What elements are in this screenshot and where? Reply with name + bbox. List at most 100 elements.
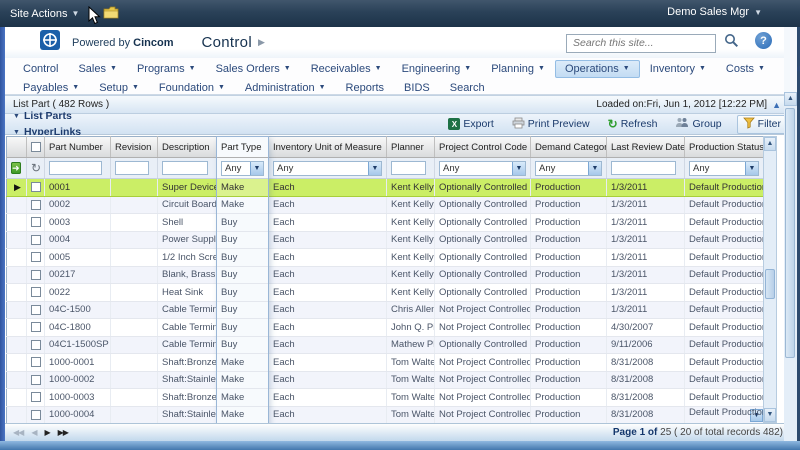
table-row[interactable]: ▶ 0004 Power Supply Buy Each Kent Kelly … (7, 231, 764, 249)
column-header-description[interactable]: Description (158, 137, 217, 158)
row-checkbox[interactable] (31, 322, 41, 332)
menu-item[interactable]: Planning ▼ (481, 60, 555, 78)
collapse-panel-icon[interactable]: ▲ (772, 100, 781, 110)
scroll-down-icon[interactable]: ▼ (764, 408, 776, 422)
column-header-project-control-code[interactable]: Project Control Code (435, 137, 531, 158)
table-row[interactable]: ▶ 0022 Heat Sink Buy Each Kent Kelly Opt… (7, 284, 764, 302)
row-checkbox[interactable] (31, 392, 41, 402)
table-row[interactable]: ▶ 1000-0001 Shaft:Bronze (F Make Each To… (7, 354, 764, 372)
row-checkbox[interactable] (31, 235, 41, 245)
scrollbar-track[interactable] (764, 151, 776, 408)
menu-item[interactable]: Administration ▼ (235, 79, 336, 97)
filter-part-type-select[interactable]: Any▼ (221, 161, 264, 176)
print-preview-button[interactable]: Print Preview (509, 116, 593, 133)
scroll-up-icon[interactable]: ▲ (784, 92, 797, 106)
select-all-checkbox[interactable] (31, 142, 41, 152)
cell-last-review-date: 1/3/2011 (607, 249, 685, 267)
column-header-demand-category[interactable]: Demand Category (531, 137, 607, 158)
export-button[interactable]: X Export (445, 117, 496, 131)
folder-icon[interactable] (103, 6, 119, 22)
menu-item[interactable]: Programs ▼ (127, 60, 206, 78)
column-header-revision[interactable]: Revision (111, 137, 158, 158)
site-actions-menu[interactable]: Site Actions ▼ (0, 0, 89, 27)
filter-production-status-select[interactable]: Any▼ (689, 161, 759, 176)
row-checkbox[interactable] (31, 270, 41, 280)
filter-demand-category-select[interactable]: Any▼ (535, 161, 602, 176)
cell-last-review-date: 4/30/2007 (607, 319, 685, 337)
menu-item[interactable]: Costs ▼ (716, 60, 775, 78)
group-button[interactable]: Group (672, 116, 724, 132)
clear-filter-icon[interactable]: ↻ (31, 161, 41, 175)
filter-project-control-code-select[interactable]: Any▼ (439, 161, 526, 176)
next-page-button[interactable]: ▶ (44, 428, 49, 437)
row-checkbox[interactable] (31, 375, 41, 385)
table-row[interactable]: ▶ 0005 1/2 Inch Screw Buy Each Kent Kell… (7, 249, 764, 267)
menu-item[interactable]: Reports ▼ (336, 79, 395, 97)
scrollbar-thumb[interactable] (765, 269, 775, 299)
scroll-up-icon[interactable]: ▲ (764, 137, 776, 151)
last-page-button[interactable]: ▶▶ (58, 428, 68, 437)
refresh-button[interactable]: ↻ Refresh (605, 117, 661, 131)
page-vertical-scrollbar[interactable]: ▲ (784, 92, 797, 441)
view-menu-label: List Parts (24, 110, 72, 122)
menu-item[interactable]: Foundation ▼ (149, 79, 235, 97)
view-menu-button[interactable]: ▼ List Parts (5, 108, 89, 124)
cell-description: Shaft:Stainless (158, 371, 217, 389)
column-header-last-review-date[interactable]: Last Review Date (607, 137, 685, 158)
cell-description: Cable Terminal (158, 319, 217, 337)
menu-item[interactable]: Receivables ▼ (301, 60, 392, 78)
filter-description-input[interactable] (162, 161, 208, 175)
table-row[interactable]: ▶ 04C-1800 Cable Terminal Buy Each John … (7, 319, 764, 337)
grid-vertical-scrollbar[interactable]: ▲ ▼ (763, 136, 777, 423)
menu-item[interactable]: Sales ▼ (68, 60, 126, 78)
first-page-button[interactable]: ◀◀ (13, 428, 23, 437)
table-row[interactable]: ▶ 00217 Blank, Brass #2 Buy Each Kent Ke… (7, 266, 764, 284)
menu-item[interactable]: Search ▼ (440, 79, 495, 97)
help-icon[interactable]: ? (755, 32, 772, 49)
table-row[interactable]: ▶ 0001 Super Device Make Each Kent Kelly… (7, 179, 764, 197)
user-menu[interactable]: Demo Sales Mgr ▼ (667, 6, 762, 18)
menu-item[interactable]: Setup ▼ (89, 79, 149, 97)
filter-button[interactable]: Filter (737, 115, 787, 134)
column-header-uom[interactable]: Inventory Unit of Measure (269, 137, 387, 158)
row-checkbox[interactable] (31, 305, 41, 315)
scrollbar-thumb[interactable] (785, 108, 795, 358)
search-input[interactable] (566, 34, 716, 53)
row-checkbox[interactable] (31, 357, 41, 367)
menu-item[interactable]: Inventory ▼ (640, 60, 716, 78)
table-row[interactable]: ▶ 0003 Shell Buy Each Kent Kelly Optiona… (7, 214, 764, 232)
menu-item[interactable]: Sales Orders ▼ (206, 60, 301, 78)
column-header-part-type[interactable]: Part Type (217, 137, 269, 158)
filter-planner-input[interactable] (391, 161, 426, 175)
row-checkbox[interactable] (31, 287, 41, 297)
cell-part-type: Make (217, 354, 269, 372)
search-icon[interactable] (724, 33, 739, 53)
column-header-planner[interactable]: Planner (387, 137, 435, 158)
table-row[interactable]: ▶ 1000-0003 Shaft:Bronze (F Make Each To… (7, 389, 764, 407)
row-checkbox[interactable] (31, 410, 41, 420)
table-row[interactable]: ▶ 0002 Circuit Board Make Each Kent Kell… (7, 196, 764, 214)
menu-item[interactable]: BIDS ▼ (394, 79, 440, 97)
table-row[interactable]: ▶ 04C1-1500SP Cable Terminal Buy Each Ma… (7, 336, 764, 354)
menu-item[interactable]: Payables ▼ (13, 79, 89, 97)
menu-item[interactable]: Control ▼ (13, 60, 68, 78)
row-checkbox[interactable] (31, 340, 41, 350)
row-checkbox[interactable] (31, 217, 41, 227)
filter-last-review-date-input[interactable] (611, 161, 676, 175)
column-header-part-number[interactable]: Part Number (45, 137, 111, 158)
filter-part-number-input[interactable] (49, 161, 102, 175)
row-checkbox[interactable] (31, 182, 41, 192)
row-checkbox[interactable] (31, 252, 41, 262)
table-row[interactable]: ▶ 1000-0002 Shaft:Stainless Make Each To… (7, 371, 764, 389)
previous-page-button[interactable]: ◀ (31, 428, 36, 437)
apply-filter-button[interactable]: ➜ (11, 162, 21, 174)
cell-part-number: 0004 (45, 231, 111, 249)
filter-uom-select[interactable]: Any▼ (273, 161, 382, 176)
filter-revision-input[interactable] (115, 161, 149, 175)
table-row[interactable]: ▶ 1000-0004 Shaft:Stainless Make Each To… (7, 406, 764, 424)
table-row[interactable]: ▶ 04C-1500 Cable Terminal Buy Each Chris… (7, 301, 764, 319)
menu-item[interactable]: Engineering ▼ (392, 60, 482, 78)
row-checkbox[interactable] (31, 200, 41, 210)
column-header-production-status[interactable]: Production Status (685, 137, 764, 158)
menu-item[interactable]: Operations ▼ (555, 60, 640, 78)
